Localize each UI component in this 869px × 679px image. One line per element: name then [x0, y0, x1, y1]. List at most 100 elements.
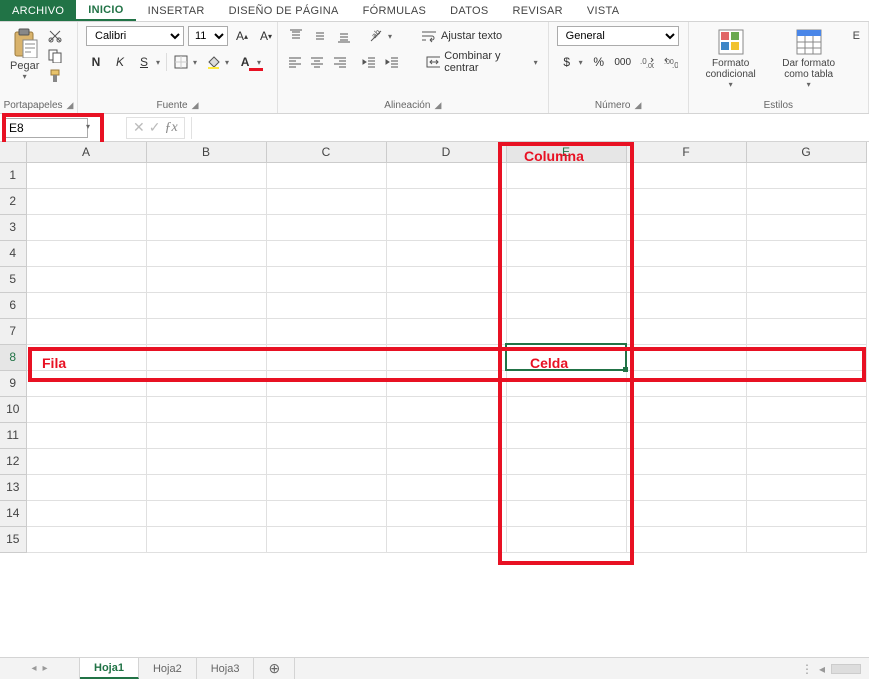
cell-F14[interactable] [626, 500, 746, 526]
cell-C13[interactable] [266, 474, 386, 500]
cell-F6[interactable] [626, 292, 746, 318]
name-box-dropdown[interactable]: ▾ [86, 122, 90, 131]
cell-G8[interactable] [746, 344, 866, 370]
tab-home[interactable]: INICIO [76, 0, 135, 21]
cell-A10[interactable] [26, 396, 146, 422]
cell-E5[interactable] [506, 266, 626, 292]
cell-B3[interactable] [146, 214, 266, 240]
cancel-formula-button[interactable]: ✕ [133, 119, 145, 136]
column-header-E[interactable]: E [506, 142, 626, 162]
cell-E6[interactable] [506, 292, 626, 318]
cell-D3[interactable] [386, 214, 506, 240]
tab-review[interactable]: REVISAR [501, 0, 575, 21]
cell-C14[interactable] [266, 500, 386, 526]
formula-input[interactable] [191, 117, 869, 139]
cell-F5[interactable] [626, 266, 746, 292]
cell-F10[interactable] [626, 396, 746, 422]
cell-E4[interactable] [506, 240, 626, 266]
cell-B10[interactable] [146, 396, 266, 422]
cell-B2[interactable] [146, 188, 266, 214]
cell-E9[interactable] [506, 370, 626, 396]
cell-A3[interactable] [26, 214, 146, 240]
italic-button[interactable]: K [110, 52, 130, 72]
cell-D9[interactable] [386, 370, 506, 396]
cell-G13[interactable] [746, 474, 866, 500]
hscroll-left[interactable]: ◂ [819, 662, 825, 676]
cell-G12[interactable] [746, 448, 866, 474]
cell-G1[interactable] [746, 162, 866, 188]
name-box[interactable] [4, 118, 88, 138]
column-header-F[interactable]: F [626, 142, 746, 162]
cell-C15[interactable] [266, 526, 386, 552]
column-header-D[interactable]: D [386, 142, 506, 162]
cell-E10[interactable] [506, 396, 626, 422]
cell-C4[interactable] [266, 240, 386, 266]
align-middle-button[interactable] [310, 26, 330, 46]
bold-button[interactable]: N [86, 52, 106, 72]
cell-G15[interactable] [746, 526, 866, 552]
cell-F7[interactable] [626, 318, 746, 344]
row-header-9[interactable]: 9 [0, 370, 26, 396]
cell-D7[interactable] [386, 318, 506, 344]
row-header-15[interactable]: 15 [0, 526, 26, 552]
clipboard-dialog-launcher[interactable]: ◢ [67, 100, 74, 111]
tab-insert[interactable]: INSERTAR [136, 0, 217, 21]
font-color-menu[interactable]: ▾ [255, 58, 263, 67]
cell-D15[interactable] [386, 526, 506, 552]
cell-D2[interactable] [386, 188, 506, 214]
cell-A8[interactable] [26, 344, 146, 370]
cell-D6[interactable] [386, 292, 506, 318]
cut-button[interactable] [47, 28, 63, 44]
align-bottom-button[interactable] [334, 26, 354, 46]
cell-C1[interactable] [266, 162, 386, 188]
cell-A5[interactable] [26, 266, 146, 292]
sheet-tab-2[interactable]: Hoja2 [139, 658, 197, 679]
cell-G14[interactable] [746, 500, 866, 526]
orientation-menu[interactable]: ▾ [386, 32, 394, 41]
cell-B7[interactable] [146, 318, 266, 344]
number-dialog-launcher[interactable]: ◢ [634, 100, 641, 111]
paste-button[interactable]: Pegar [8, 26, 41, 83]
cell-C6[interactable] [266, 292, 386, 318]
cell-E3[interactable] [506, 214, 626, 240]
tab-file[interactable]: ARCHIVO [0, 0, 76, 21]
increase-indent-button[interactable] [382, 52, 400, 72]
cell-B11[interactable] [146, 422, 266, 448]
cell-C8[interactable] [266, 344, 386, 370]
cell-B14[interactable] [146, 500, 266, 526]
conditional-formatting-button[interactable]: Formato condicional [697, 26, 765, 91]
decrease-decimal-button[interactable]: .00.0 [661, 52, 681, 72]
cell-A2[interactable] [26, 188, 146, 214]
cell-A15[interactable] [26, 526, 146, 552]
row-header-2[interactable]: 2 [0, 188, 26, 214]
cell-G9[interactable] [746, 370, 866, 396]
cell-A13[interactable] [26, 474, 146, 500]
insert-function-button[interactable]: ƒx [164, 120, 177, 136]
cell-C5[interactable] [266, 266, 386, 292]
cell-B1[interactable] [146, 162, 266, 188]
cell-F4[interactable] [626, 240, 746, 266]
cell-D5[interactable] [386, 266, 506, 292]
cell-A6[interactable] [26, 292, 146, 318]
enter-formula-button[interactable]: ✓ [149, 119, 161, 136]
borders-button[interactable] [171, 52, 191, 72]
cell-C3[interactable] [266, 214, 386, 240]
worksheet-grid[interactable]: ABCDEFG123456789101112131415 Columna Fil… [0, 142, 869, 657]
cell-E15[interactable] [506, 526, 626, 552]
cell-E12[interactable] [506, 448, 626, 474]
cell-G3[interactable] [746, 214, 866, 240]
cell-D4[interactable] [386, 240, 506, 266]
cell-B8[interactable] [146, 344, 266, 370]
cell-C7[interactable] [266, 318, 386, 344]
sheet-tab-3[interactable]: Hoja3 [197, 658, 255, 679]
cell-A1[interactable] [26, 162, 146, 188]
sheet-nav-first[interactable]: ◂ [31, 663, 36, 674]
cell-C12[interactable] [266, 448, 386, 474]
align-center-button[interactable] [308, 52, 326, 72]
underline-button[interactable]: S [134, 52, 154, 72]
format-as-table-button[interactable]: Dar formato como tabla [775, 26, 843, 91]
cell-C10[interactable] [266, 396, 386, 422]
column-header-A[interactable]: A [26, 142, 146, 162]
align-left-button[interactable] [286, 52, 304, 72]
cell-F1[interactable] [626, 162, 746, 188]
